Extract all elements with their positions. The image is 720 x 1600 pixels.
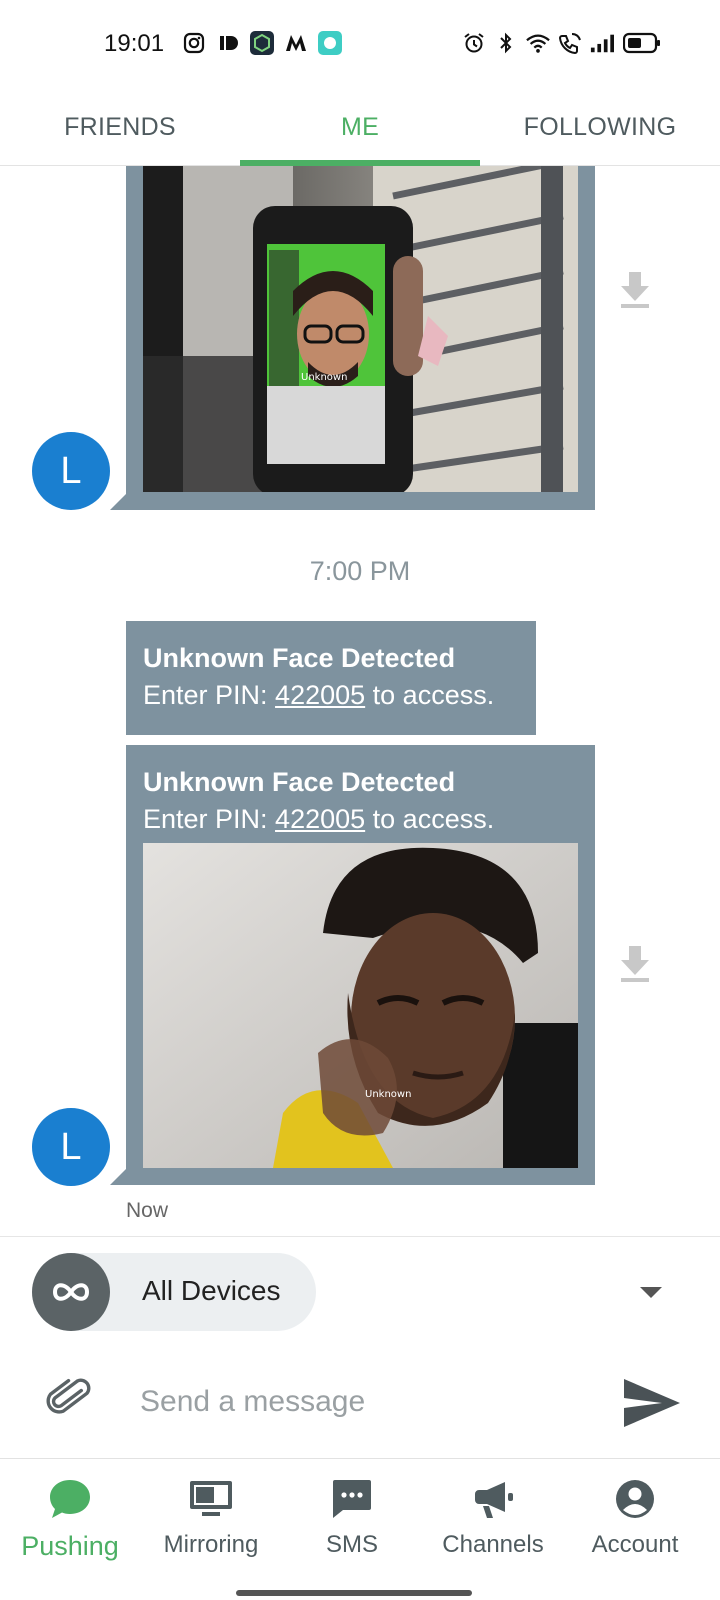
signal-icon [590, 31, 614, 55]
message-body: Enter PIN: 422005 to access. [143, 680, 495, 710]
sms-icon [328, 1475, 376, 1523]
top-tabs: FRIENDS ME FOLLOWING [0, 88, 720, 167]
id-app-icon [216, 31, 240, 55]
bluetooth-icon [494, 31, 518, 55]
system-icons [462, 31, 662, 55]
pin-link[interactable]: 422005 [275, 680, 365, 710]
composer: All Devices [0, 1236, 720, 1458]
bubble-tail [110, 492, 128, 510]
bubble-tail [110, 1167, 128, 1185]
message-title: Unknown Face Detected [143, 767, 456, 797]
photo-label: Unknown [301, 372, 347, 383]
vpn-app-icon [250, 31, 274, 55]
megaphone-icon [469, 1475, 517, 1523]
tab-following[interactable]: FOLLOWING [480, 88, 720, 166]
nav-label: SMS [325, 1531, 378, 1558]
nav-label: Account [591, 1531, 679, 1558]
photo-label: Unknown [365, 1089, 411, 1100]
chevron-down-icon[interactable] [640, 1287, 662, 1298]
pin-link[interactable]: 422005 [275, 804, 365, 834]
bottom-nav: Pushing Mirroring SMS Channels Account [0, 1458, 720, 1600]
camera-photo[interactable]: Unknown [143, 843, 578, 1168]
nav-mirroring[interactable]: Mirroring [141, 1475, 281, 1585]
nav-account[interactable]: Account [565, 1475, 705, 1585]
device-selector[interactable]: All Devices [32, 1253, 316, 1331]
send-icon[interactable] [622, 1377, 682, 1429]
tab-friends[interactable]: FRIENDS [0, 88, 240, 166]
timestamp: 7:00 PM [309, 556, 411, 586]
nav-label: Pushing [21, 1531, 119, 1561]
wifi-icon [526, 31, 550, 55]
avatar[interactable]: L [32, 1108, 110, 1186]
nav-sms[interactable]: SMS [282, 1475, 422, 1585]
infinity-icon [32, 1253, 110, 1331]
message-title: Unknown Face Detected [143, 643, 456, 673]
avatar[interactable]: L [32, 432, 110, 510]
battery-icon [622, 31, 662, 55]
chat-thread[interactable]: Unknown L 7:00 PM Unknown Face Detected … [0, 166, 720, 1236]
device-label: All Devices [142, 1275, 281, 1306]
notification-icons [182, 31, 342, 55]
nav-channels[interactable]: Channels [423, 1475, 563, 1585]
download-icon[interactable] [618, 944, 652, 984]
status-time: 19:01 [104, 30, 165, 57]
paperclip-icon[interactable] [46, 1375, 94, 1423]
tab-me[interactable]: ME [240, 88, 480, 167]
chat-bubble-icon [46, 1475, 94, 1523]
status-bar: 19:01 [0, 0, 720, 88]
message-input[interactable] [140, 1377, 580, 1427]
monitor-icon [187, 1475, 235, 1523]
message-body: Enter PIN: 422005 to access. [143, 804, 495, 834]
alarm-icon [462, 31, 486, 55]
message-bubble[interactable]: Unknown Face Detected Enter PIN: 422005 … [126, 621, 536, 735]
account-icon [611, 1475, 659, 1523]
instagram-icon [182, 31, 206, 55]
wifi-calling-icon [558, 31, 582, 55]
download-icon[interactable] [618, 270, 652, 310]
chat-app-icon [318, 31, 342, 55]
nav-pushing[interactable]: Pushing [0, 1475, 140, 1585]
camera-photo[interactable]: Unknown [143, 166, 578, 492]
message-time: Now [126, 1199, 169, 1222]
nav-label: Channels [442, 1531, 544, 1558]
home-indicator[interactable] [236, 1590, 472, 1596]
myntra-icon [284, 31, 308, 55]
nav-label: Mirroring [163, 1531, 259, 1558]
